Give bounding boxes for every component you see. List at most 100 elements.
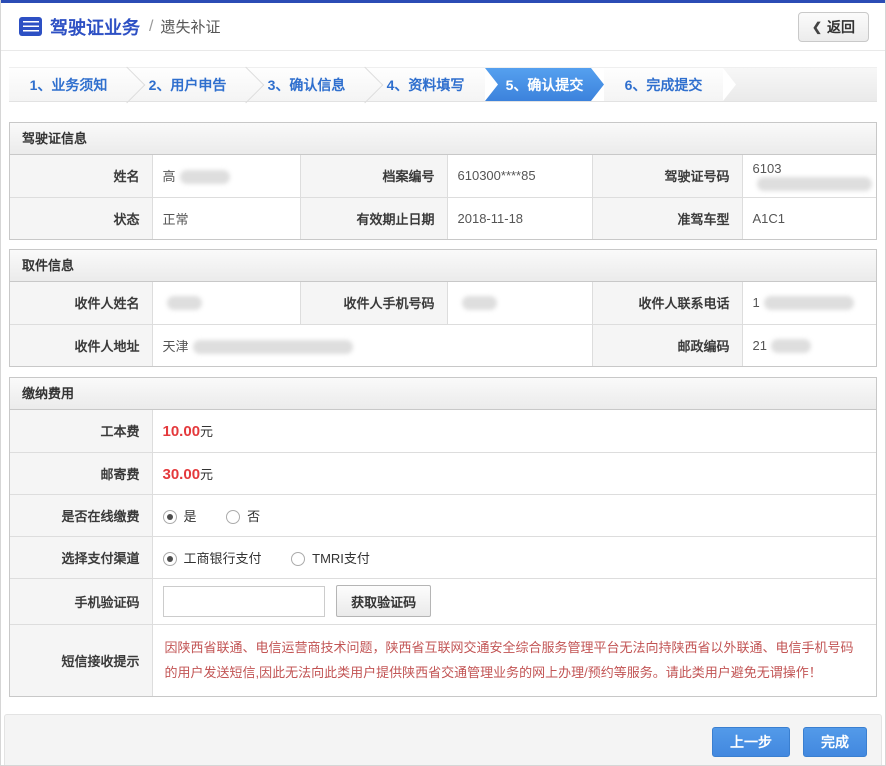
redacted-blur bbox=[180, 170, 230, 184]
online-pay-options: 是 否 bbox=[152, 494, 876, 536]
step-label: 3、确认信息 bbox=[268, 75, 346, 95]
redacted-blur bbox=[771, 339, 811, 353]
card-fee-amount: 10.00 bbox=[163, 423, 201, 440]
sms-hint-text: 因陕西省联通、电信运营商技术问题，陕西省互联网交通安全综合服务管理平台无法向持陕… bbox=[152, 624, 876, 696]
name-label: 姓名 bbox=[10, 155, 152, 197]
page-header: 驾驶证业务 / 遗失补证 ❮ 返回 bbox=[1, 3, 885, 51]
steps-bar: 1、业务须知 2、用户申告 3、确认信息 4、资料填写 5、确认提交 6、完成提… bbox=[9, 67, 877, 102]
step-item-1[interactable]: 1、业务须知 bbox=[9, 68, 128, 101]
back-button[interactable]: ❮ 返回 bbox=[798, 12, 869, 42]
radio-online-yes[interactable] bbox=[163, 510, 177, 524]
card-fee-value: 10.00元 bbox=[152, 410, 876, 452]
address-value: 天津 bbox=[152, 324, 592, 366]
expiry-label: 有效期止日期 bbox=[300, 197, 447, 239]
get-code-button[interactable]: 获取验证码 bbox=[336, 585, 431, 617]
page-title: 驾驶证业务 bbox=[50, 14, 140, 40]
step-item-3[interactable]: 3、确认信息 bbox=[247, 68, 366, 101]
table-row: 选择支付渠道 工商银行支付 TMRI支付 bbox=[10, 536, 876, 578]
table-row: 工本费 10.00元 bbox=[10, 410, 876, 452]
pay-channel-options: 工商银行支付 TMRI支付 bbox=[152, 536, 876, 578]
step-label: 4、资料填写 bbox=[387, 75, 465, 95]
online-pay-label: 是否在线缴费 bbox=[10, 494, 152, 536]
step-label: 5、确认提交 bbox=[506, 75, 584, 95]
payment-panel: 缴纳费用 工本费 10.00元 邮寄费 30.00元 是否在线缴费 是 否 选择… bbox=[9, 377, 877, 697]
recipient-phone-value: 1 bbox=[742, 282, 876, 324]
table-row: 短信接收提示 因陕西省联通、电信运营商技术问题，陕西省互联网交通安全综合服务管理… bbox=[10, 624, 876, 696]
pay-channel-label: 选择支付渠道 bbox=[10, 536, 152, 578]
vehicle-class-label: 准驾车型 bbox=[592, 197, 742, 239]
step-item-6[interactable]: 6、完成提交 bbox=[604, 68, 723, 101]
payment-panel-title: 缴纳费用 bbox=[10, 378, 876, 410]
recipient-mobile-value bbox=[447, 282, 592, 324]
recipient-phone-label: 收件人联系电话 bbox=[592, 282, 742, 324]
redacted-blur bbox=[167, 296, 202, 310]
radio-channel-tmri[interactable] bbox=[291, 552, 305, 566]
recipient-mobile-label: 收件人手机号码 bbox=[300, 282, 447, 324]
redacted-blur bbox=[193, 340, 353, 354]
footer-actions: 上一步 完成 bbox=[4, 714, 882, 766]
file-no-label: 档案编号 bbox=[300, 155, 447, 197]
license-no-value: 6103 bbox=[742, 155, 876, 197]
back-chevron-icon: ❮ bbox=[812, 20, 822, 34]
step-item-5-active[interactable]: 5、确认提交 bbox=[485, 68, 604, 101]
sms-code-cell: 获取验证码 bbox=[152, 578, 876, 624]
radio-channel-icbc-label[interactable]: 工商银行支付 bbox=[184, 551, 262, 566]
prev-step-button[interactable]: 上一步 bbox=[712, 727, 790, 757]
table-row: 手机验证码 获取验证码 bbox=[10, 578, 876, 624]
postage-fee-value: 30.00元 bbox=[152, 452, 876, 494]
table-row: 邮寄费 30.00元 bbox=[10, 452, 876, 494]
step-item-2[interactable]: 2、用户申告 bbox=[128, 68, 247, 101]
table-row: 姓名 高 档案编号 610300****85 驾驶证号码 6103 bbox=[10, 155, 876, 197]
delivery-info-table: 收件人姓名 收件人手机号码 收件人联系电话 1 收件人地址 天津 邮政编码 21 bbox=[10, 282, 876, 366]
step-item-4[interactable]: 4、资料填写 bbox=[366, 68, 485, 101]
table-row: 状态 正常 有效期止日期 2018-11-18 准驾车型 A1C1 bbox=[10, 197, 876, 239]
steps-filler bbox=[723, 68, 877, 101]
redacted-blur bbox=[764, 296, 854, 310]
license-no-label: 驾驶证号码 bbox=[592, 155, 742, 197]
radio-channel-tmri-label[interactable]: TMRI支付 bbox=[312, 551, 370, 566]
radio-online-yes-label[interactable]: 是 bbox=[184, 509, 197, 524]
license-info-panel: 驾驶证信息 姓名 高 档案编号 610300****85 驾驶证号码 6103 … bbox=[9, 122, 877, 240]
file-no-value: 610300****85 bbox=[447, 155, 592, 197]
name-value: 高 bbox=[152, 155, 300, 197]
radio-online-no[interactable] bbox=[226, 510, 240, 524]
sms-hint-label: 短信接收提示 bbox=[10, 624, 152, 696]
expiry-value: 2018-11-18 bbox=[447, 197, 592, 239]
finish-button[interactable]: 完成 bbox=[803, 727, 867, 757]
breadcrumb-current: 遗失补证 bbox=[160, 16, 220, 37]
fee-unit: 元 bbox=[200, 467, 213, 482]
postage-fee-label: 邮寄费 bbox=[10, 452, 152, 494]
form-list-icon bbox=[19, 17, 42, 36]
breadcrumb-divider: / bbox=[149, 18, 153, 36]
payment-table: 工本费 10.00元 邮寄费 30.00元 是否在线缴费 是 否 选择支付渠道 … bbox=[10, 410, 876, 696]
back-button-label: 返回 bbox=[827, 17, 855, 37]
redacted-blur bbox=[757, 177, 872, 191]
redacted-blur bbox=[462, 296, 497, 310]
delivery-panel-title: 取件信息 bbox=[10, 250, 876, 282]
sms-code-label: 手机验证码 bbox=[10, 578, 152, 624]
recipient-name-label: 收件人姓名 bbox=[10, 282, 152, 324]
license-info-table: 姓名 高 档案编号 610300****85 驾驶证号码 6103 状态 正常 … bbox=[10, 155, 876, 239]
vehicle-class-value: A1C1 bbox=[742, 197, 876, 239]
radio-channel-icbc[interactable] bbox=[163, 552, 177, 566]
card-fee-label: 工本费 bbox=[10, 410, 152, 452]
fee-unit: 元 bbox=[200, 424, 213, 439]
status-value: 正常 bbox=[152, 197, 300, 239]
step-label: 6、完成提交 bbox=[625, 75, 703, 95]
radio-online-no-label[interactable]: 否 bbox=[247, 509, 260, 524]
address-label: 收件人地址 bbox=[10, 324, 152, 366]
table-row: 收件人地址 天津 邮政编码 21 bbox=[10, 324, 876, 366]
step-label: 1、业务须知 bbox=[30, 75, 108, 95]
recipient-name-value bbox=[152, 282, 300, 324]
postage-fee-amount: 30.00 bbox=[163, 466, 201, 483]
page: 驾驶证业务 / 遗失补证 ❮ 返回 1、业务须知 2、用户申告 3、确认信息 4… bbox=[0, 0, 886, 766]
license-panel-title: 驾驶证信息 bbox=[10, 123, 876, 155]
postcode-label: 邮政编码 bbox=[592, 324, 742, 366]
delivery-info-panel: 取件信息 收件人姓名 收件人手机号码 收件人联系电话 1 收件人地址 天津 邮政… bbox=[9, 249, 877, 367]
sms-code-input[interactable] bbox=[163, 586, 325, 617]
step-label: 2、用户申告 bbox=[149, 75, 227, 95]
postcode-value: 21 bbox=[742, 324, 876, 366]
status-label: 状态 bbox=[10, 197, 152, 239]
table-row: 是否在线缴费 是 否 bbox=[10, 494, 876, 536]
table-row: 收件人姓名 收件人手机号码 收件人联系电话 1 bbox=[10, 282, 876, 324]
